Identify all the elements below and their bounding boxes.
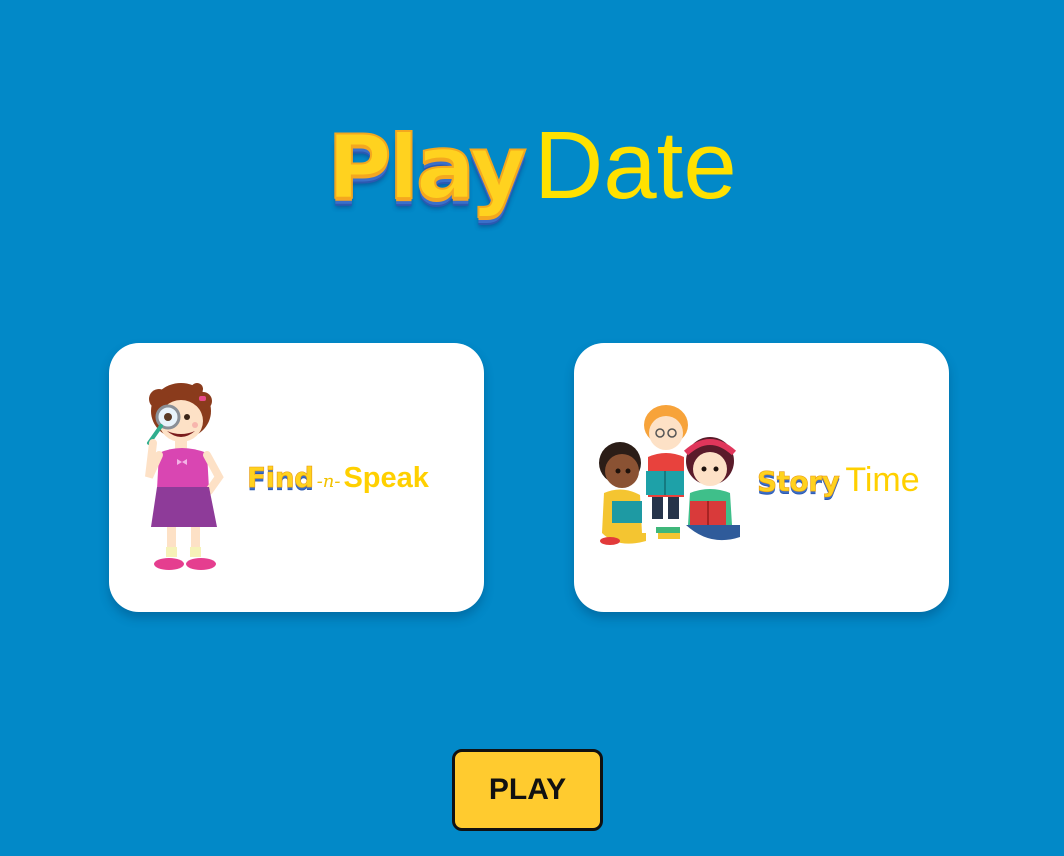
game-title-part3: Speak xyxy=(343,462,429,494)
logo-wordmark: Play Date xyxy=(326,112,737,219)
game-title-part1: Find xyxy=(247,461,315,495)
play-button[interactable]: PLAY xyxy=(452,749,603,831)
logo-date-text: Date xyxy=(533,112,737,219)
game-title-part1: Story xyxy=(757,465,840,499)
kids-reading-books-icon xyxy=(599,405,740,545)
game-card-find-n-speak[interactable]: Find -n- Speak xyxy=(109,343,484,612)
game-title-part2: -n- xyxy=(316,471,341,492)
girl-with-magnifying-glass-icon xyxy=(145,383,224,570)
app-logo: Play Date xyxy=(0,118,1064,238)
game-card-story-time[interactable]: Story Time xyxy=(574,343,949,612)
game-title-story-time: Story Time xyxy=(757,461,920,500)
home-screen: Play Date Find -n- Speak Story Time PLAY xyxy=(0,0,1064,856)
game-title-find-n-speak: Find -n- Speak xyxy=(247,461,429,495)
game-title-part3: Time xyxy=(845,461,920,499)
logo-play-text: Play xyxy=(326,116,528,219)
